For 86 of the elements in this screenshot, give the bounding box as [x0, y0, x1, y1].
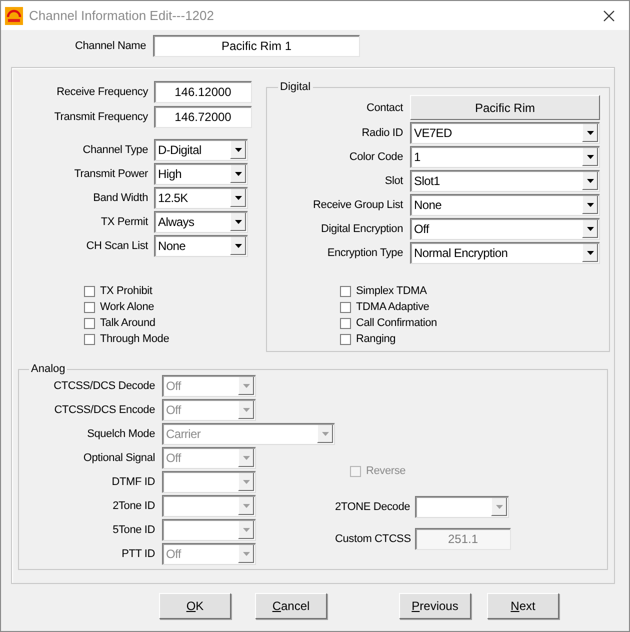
field-label: Channel Type — [82, 144, 148, 156]
dropdown-field[interactable]: VE7ED — [410, 122, 600, 144]
field-label: 2Tone ID — [112, 500, 155, 512]
checkbox-label: Ranging — [356, 333, 396, 345]
dropdown-field[interactable]: D-Digital — [154, 139, 248, 161]
dropdown-arrow-icon — [586, 250, 594, 254]
dropdown-arrow-icon — [586, 154, 594, 158]
checkbox-label: Simplex TDMA — [356, 285, 427, 297]
dialog-button[interactable]: OK — [159, 593, 231, 619]
contact-button[interactable]: Pacific Rim — [410, 95, 600, 120]
dropdown-field[interactable]: None — [410, 194, 600, 216]
field-label: Transmit Frequency — [53, 111, 148, 123]
dropdown-arrow-icon — [242, 384, 250, 388]
field-label: Receive Group List — [312, 199, 403, 211]
field-label: 2TONE Decode — [335, 501, 409, 513]
app-logo-icon — [5, 6, 23, 24]
field-label: Receive Frequency — [56, 86, 148, 98]
dropdown-arrow-icon — [242, 456, 250, 460]
channel-name-field[interactable]: Pacific Rim 1 — [153, 35, 360, 57]
field-label: Optional Signal — [82, 452, 155, 464]
field-label: Slot — [384, 175, 403, 187]
dropdown-arrow-icon — [242, 408, 250, 412]
field-label: CTCSS/DCS Encode — [53, 404, 155, 416]
dialog-button[interactable]: Next — [487, 593, 559, 619]
dropdown-arrow-icon — [234, 196, 242, 200]
group-title: Digital — [279, 81, 312, 93]
field-label: Custom CTCSS — [335, 533, 409, 545]
field-label: Radio ID — [360, 127, 403, 139]
checkbox[interactable] — [84, 318, 95, 328]
field-label: Contact — [365, 102, 403, 114]
group-title: Analog — [30, 363, 66, 375]
field-label: DTMF ID — [110, 476, 155, 488]
field-label: Digital Encryption — [320, 223, 403, 235]
dropdown-field[interactable]: None — [154, 235, 248, 257]
checkbox[interactable] — [84, 286, 95, 296]
dropdown-arrow-icon — [586, 178, 594, 182]
dropdown-field[interactable]: Normal Encryption — [410, 242, 600, 264]
frequency-field[interactable]: 146.12000 — [154, 81, 252, 103]
checkbox-label: Call Confirmation — [356, 317, 437, 329]
dropdown-arrow-icon — [234, 148, 242, 152]
dropdown-arrow-icon — [586, 130, 594, 134]
dropdown-field[interactable]: 1 — [410, 146, 600, 168]
field-label: Encryption Type — [326, 247, 403, 259]
dropdown-field[interactable]: 12.5K — [154, 187, 248, 209]
checkbox-label: TX Prohibit — [100, 285, 152, 297]
dropdown-arrow-icon — [234, 220, 242, 224]
field-label: 5Tone ID — [112, 524, 155, 536]
dialog-button[interactable]: Previous — [399, 593, 471, 619]
dropdown-arrow-icon — [586, 202, 594, 206]
dropdown-arrow-icon — [234, 172, 242, 176]
field-label: Band Width — [92, 192, 148, 204]
field-label: Squelch Mode — [86, 428, 155, 440]
field-label: Transmit Power — [73, 168, 148, 180]
checkbox-label: Work Alone — [100, 301, 154, 313]
field-label: CH Scan List — [85, 240, 148, 252]
checkbox-label: Through Mode — [100, 333, 170, 345]
dropdown-arrow-icon — [496, 504, 502, 508]
dropdown-arrow-icon — [586, 226, 594, 230]
field-label: TX Permit — [100, 216, 148, 228]
dropdown-arrow-icon — [242, 480, 250, 484]
dropdown-arrow-icon — [234, 244, 242, 248]
field-label: Channel Name — [74, 40, 146, 52]
dropdown-arrow-icon — [242, 552, 250, 556]
close-icon — [603, 10, 615, 22]
field-label: PTT ID — [120, 548, 155, 560]
checkbox-label: Talk Around — [100, 317, 156, 329]
dropdown-arrow-icon — [242, 504, 250, 508]
checkbox[interactable] — [340, 334, 351, 344]
dialog-button[interactable]: Cancel — [255, 593, 327, 619]
checkbox-label: TDMA Adaptive — [356, 301, 430, 313]
checkbox-label: Reverse — [366, 465, 406, 477]
dropdown-arrow-icon — [242, 528, 250, 532]
dropdown-field[interactable]: Off — [410, 218, 600, 240]
dropdown-field[interactable]: Slot1 — [410, 170, 600, 192]
window-title: Channel Information Edit---1202 — [29, 8, 215, 23]
field-label: CTCSS/DCS Decode — [52, 380, 155, 392]
field-label: Color Code — [348, 151, 403, 163]
frequency-field[interactable]: 146.72000 — [154, 106, 252, 128]
checkbox[interactable] — [340, 302, 351, 312]
checkbox[interactable] — [340, 318, 351, 328]
dropdown-arrow-icon — [322, 432, 328, 436]
dropdown-field[interactable]: High — [154, 163, 248, 185]
checkbox[interactable] — [84, 302, 95, 312]
checkbox[interactable] — [84, 334, 95, 344]
dropdown-field[interactable]: Always — [154, 211, 248, 233]
checkbox[interactable] — [340, 286, 351, 296]
